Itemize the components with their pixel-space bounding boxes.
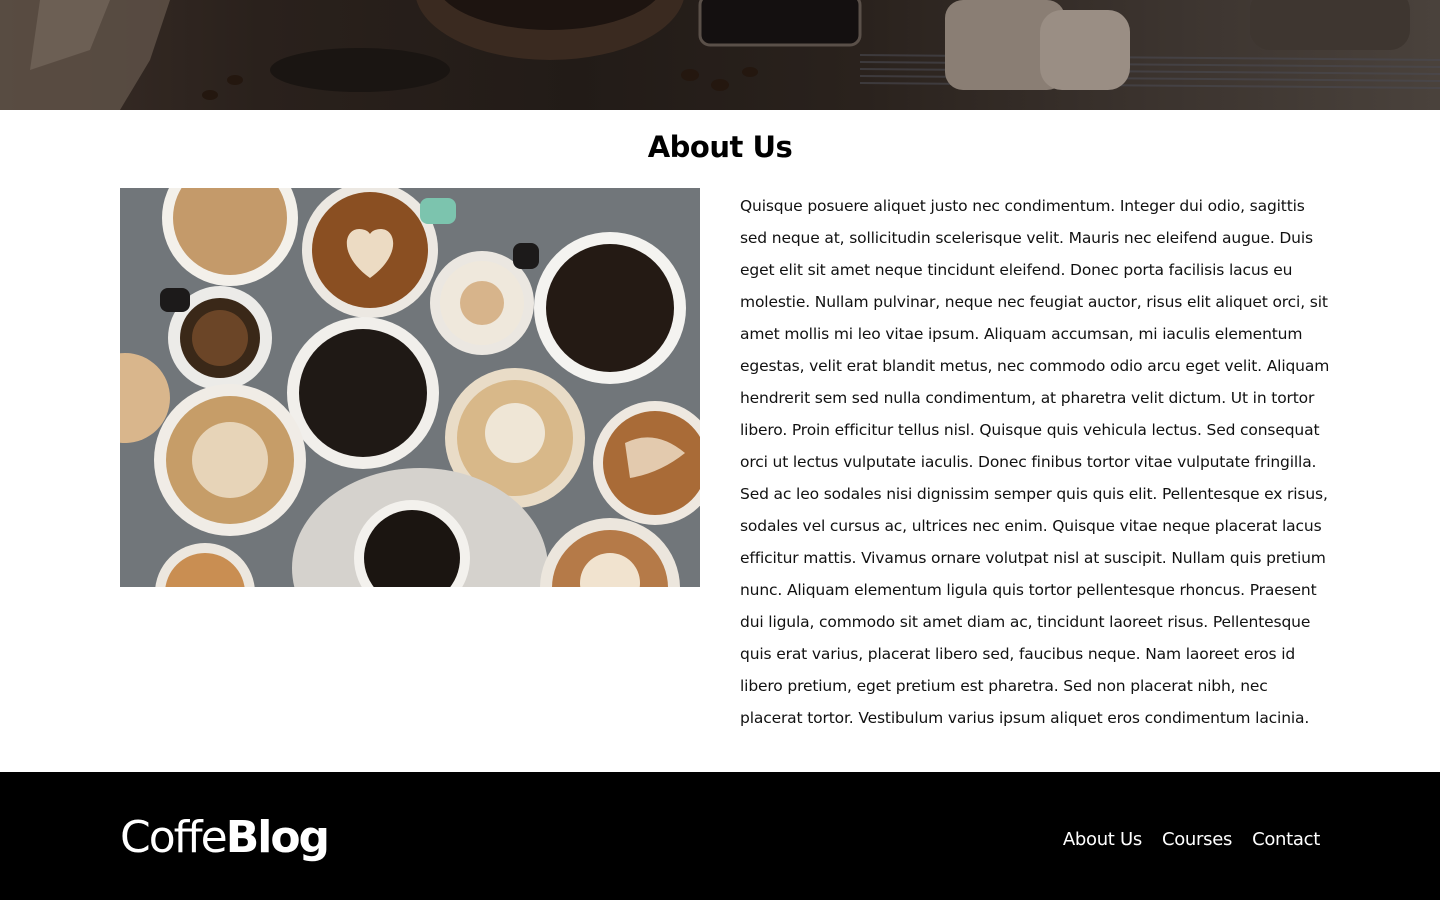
footer: CoffeBlog About Us Courses Contact <box>0 772 1440 900</box>
hero-banner <box>0 0 1440 110</box>
logo-light-text: Coffe <box>120 812 228 863</box>
coffee-cups-photo <box>120 188 700 587</box>
footer-link-about-us[interactable]: About Us <box>1063 829 1142 850</box>
footer-nav: About Us Courses Contact <box>1063 829 1320 850</box>
hero-coffee-photo <box>0 0 1440 110</box>
coffee-cups-image <box>120 188 700 587</box>
logo-bold-text: Blog <box>225 812 330 863</box>
about-paragraph: Quisque posuere aliquet justo nec condim… <box>740 197 1330 727</box>
footer-link-courses[interactable]: Courses <box>1162 829 1232 850</box>
page-title: About Us <box>647 130 793 164</box>
footer-logo[interactable]: CoffeBlog <box>120 812 330 863</box>
footer-link-contact[interactable]: Contact <box>1252 829 1320 850</box>
